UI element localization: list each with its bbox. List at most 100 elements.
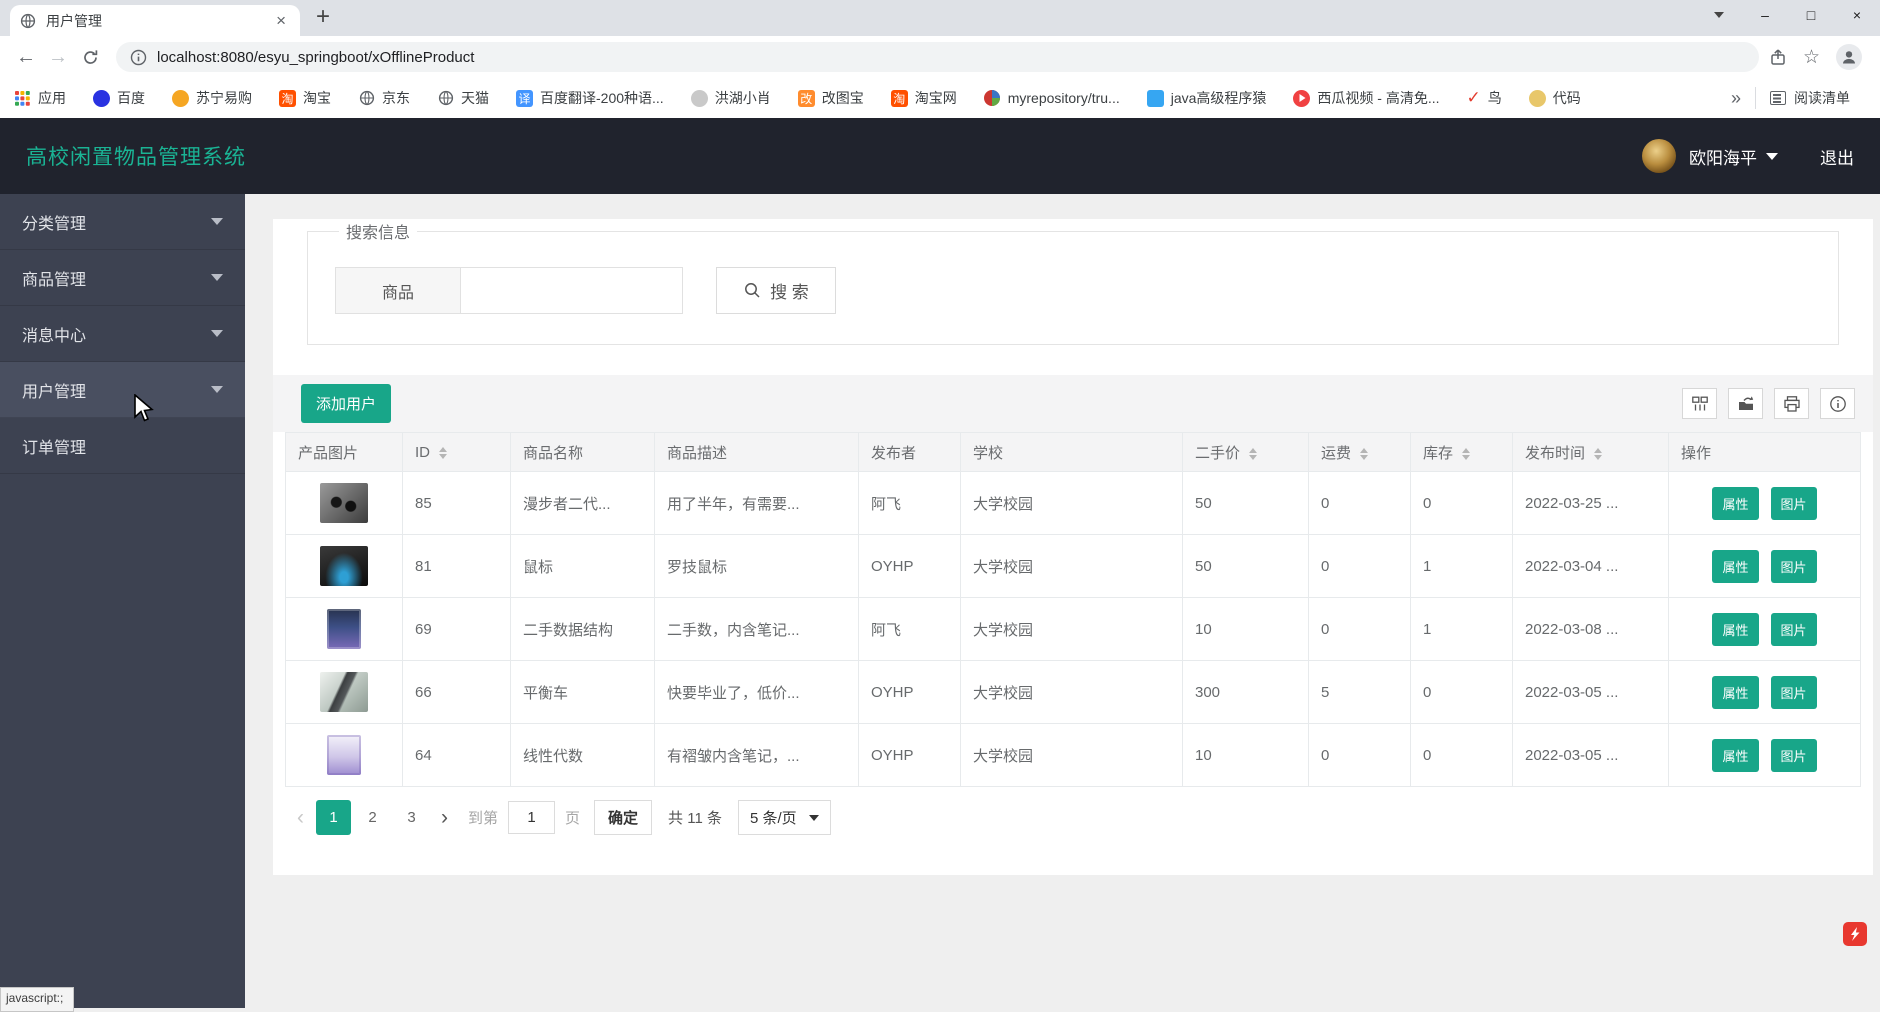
column-header-5: 学校 — [960, 432, 1183, 472]
window-close-button[interactable]: × — [1834, 7, 1880, 23]
page-button-3[interactable]: 3 — [394, 800, 429, 835]
add-user-button[interactable]: 添加用户 — [301, 384, 392, 423]
bookmark-11[interactable]: java高级程序猿 — [1146, 88, 1266, 108]
site-info-icon[interactable] — [130, 49, 147, 66]
bookmark-6[interactable]: 译百度翻译-200种语... — [516, 88, 664, 108]
product-image[interactable] — [327, 735, 361, 775]
window-minimize-button[interactable]: – — [1742, 7, 1788, 23]
products-table: 产品图片 ID 商品名称 商品描述 发布者 学校 二手价 运费 库存 发布时间 操作 85 漫步者二代… — [285, 432, 1861, 787]
bookmark-13[interactable]: ✓ 鸟 — [1467, 88, 1502, 108]
cell-name: 鼠标 — [510, 534, 655, 598]
product-image[interactable] — [320, 546, 368, 586]
sort-carets-icon[interactable] — [1249, 447, 1258, 460]
row-image-button[interactable]: 图片 — [1770, 486, 1817, 520]
profile-avatar-icon[interactable] — [1836, 44, 1862, 70]
bookmark-12[interactable]: 西瓜视频 - 高清免... — [1293, 88, 1440, 108]
search-field-label: 商品 — [335, 267, 461, 314]
new-tab-button[interactable]: + — [316, 3, 330, 31]
info-icon[interactable] — [1820, 388, 1855, 419]
forward-icon[interactable]: → — [42, 46, 74, 69]
page-size-select[interactable]: 5 条/页 — [737, 800, 831, 835]
bookmark-14[interactable]: 代码 — [1528, 88, 1581, 108]
goto-page-input[interactable] — [508, 801, 556, 834]
bookmark-label: 淘宝 — [303, 90, 331, 106]
sidebar-item-order[interactable]: 订单管理 — [0, 418, 245, 474]
row-image-button[interactable]: 图片 — [1770, 738, 1817, 772]
column-header-9[interactable]: 发布时间 — [1512, 432, 1669, 472]
bookmark-3[interactable]: 淘淘宝 — [279, 88, 331, 108]
column-header-8[interactable]: 库存 — [1410, 432, 1513, 472]
product-image[interactable] — [327, 609, 361, 649]
cell-id: 81 — [402, 534, 511, 598]
sort-carets-icon[interactable] — [1594, 447, 1603, 460]
bookmark-7[interactable]: 洪湖小肖 — [690, 88, 771, 108]
browser-tab[interactable]: 用户管理 × — [10, 5, 300, 36]
reading-list-button[interactable]: 阅读清单 — [1770, 88, 1866, 108]
row-attribute-button[interactable]: 属性 — [1712, 486, 1759, 520]
bookmark-8[interactable]: 改改图宝 — [797, 88, 864, 108]
row-attribute-button[interactable]: 属性 — [1712, 675, 1759, 709]
column-header-7[interactable]: 运费 — [1308, 432, 1411, 472]
bookmarks-overflow-chevron-icon[interactable]: » — [1717, 88, 1755, 109]
columns-icon[interactable] — [1682, 388, 1717, 419]
url-bar[interactable]: localhost:8080/esyu_springboot/xOfflineP… — [116, 42, 1759, 72]
product-image[interactable] — [320, 672, 368, 712]
row-image-button[interactable]: 图片 — [1770, 549, 1817, 583]
sidebar-item-category[interactable]: 分类管理 — [0, 194, 245, 250]
back-icon[interactable]: ← — [10, 46, 42, 69]
sidebar-item-message[interactable]: 消息中心 — [0, 306, 245, 362]
goto-confirm-button[interactable]: 确定 — [594, 800, 653, 835]
row-image-button[interactable]: 图片 — [1770, 675, 1817, 709]
pagination-next-icon[interactable]: › — [431, 806, 458, 830]
bookmark-5[interactable]: 天猫 — [437, 88, 489, 108]
logout-button[interactable]: 退出 — [1820, 144, 1854, 169]
sidebar-item-product[interactable]: 商品管理 — [0, 250, 245, 306]
cell-name: 二手数据结构 — [510, 597, 655, 661]
sort-carets-icon[interactable] — [1360, 447, 1369, 460]
bookmark-star-icon[interactable]: ☆ — [1803, 46, 1820, 69]
bookmark-label: 鸟 — [1487, 90, 1502, 106]
row-attribute-button[interactable]: 属性 — [1712, 612, 1759, 646]
tab-close-icon[interactable]: × — [272, 12, 290, 29]
username[interactable]: 欧阳海平 — [1689, 144, 1757, 169]
reload-icon[interactable] — [74, 48, 106, 67]
sort-carets-icon[interactable] — [1462, 447, 1471, 460]
page-size-value: 5 条/页 — [749, 810, 797, 827]
column-header-1[interactable]: ID — [402, 432, 511, 472]
bookmark-2[interactable]: 苏宁易购 — [172, 88, 252, 108]
status-tooltip: javascript:; — [0, 987, 75, 1012]
search-input[interactable] — [461, 267, 683, 314]
search-button[interactable]: 搜 索 — [716, 267, 837, 314]
sidebar-item-label: 消息中心 — [22, 327, 87, 345]
tab-search-chevron-icon[interactable] — [1696, 12, 1742, 18]
column-header-6[interactable]: 二手价 — [1182, 432, 1309, 472]
page-button-1[interactable]: 1 — [316, 800, 351, 835]
cell-description: 二手数，内含笔记... — [654, 597, 859, 661]
corner-logo — [1843, 922, 1867, 946]
bookmarks-divider — [1755, 87, 1756, 109]
user-dropdown-chevron-icon[interactable] — [1766, 152, 1778, 160]
page-button-2[interactable]: 2 — [355, 800, 390, 835]
row-attribute-button[interactable]: 属性 — [1712, 738, 1759, 772]
bookmark-10[interactable]: myrepository/tru... — [984, 90, 1120, 107]
print-icon[interactable] — [1774, 388, 1809, 419]
sort-carets-icon[interactable] — [439, 446, 447, 459]
pagination-prev-icon[interactable]: ‹ — [287, 806, 314, 830]
reading-list-label: 阅读清单 — [1794, 90, 1850, 106]
product-image[interactable] — [320, 483, 368, 523]
bookmark-4[interactable]: 京东 — [358, 88, 410, 108]
suning-icon — [172, 89, 189, 107]
cell-product-image — [285, 471, 403, 535]
bookmark-1[interactable]: 百度 — [93, 88, 145, 108]
sidebar-item-user[interactable]: 用户管理 — [0, 362, 245, 418]
user-avatar[interactable] — [1642, 139, 1676, 173]
bookmark-9[interactable]: 淘淘宝网 — [890, 88, 957, 108]
cell-stock: 0 — [1410, 723, 1513, 787]
cell-id: 64 — [402, 723, 511, 787]
row-attribute-button[interactable]: 属性 — [1712, 549, 1759, 583]
export-icon[interactable] — [1728, 388, 1763, 419]
window-maximize-button[interactable]: □ — [1788, 7, 1834, 23]
row-image-button[interactable]: 图片 — [1770, 612, 1817, 646]
bookmark-0[interactable]: 应用 — [14, 88, 66, 108]
share-icon[interactable] — [1769, 48, 1787, 66]
